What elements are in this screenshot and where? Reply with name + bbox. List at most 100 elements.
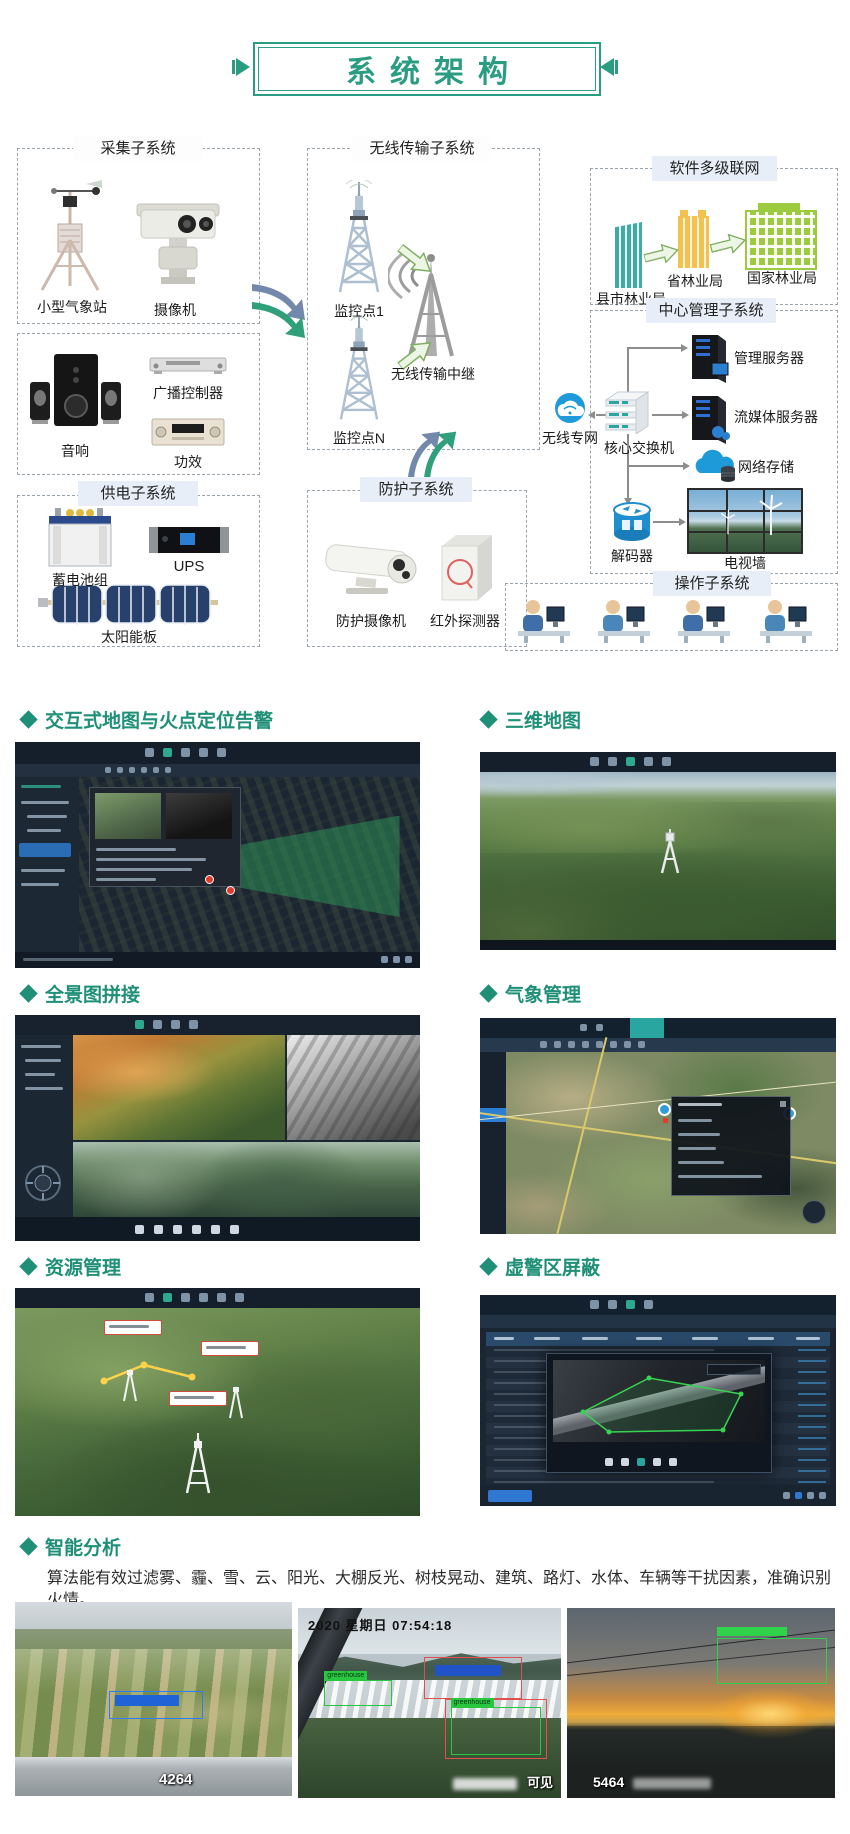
nav-icon	[644, 1300, 653, 1309]
photo3-green-box	[717, 1638, 827, 1684]
popup-line	[96, 878, 156, 881]
ptz-joystick-icon	[23, 1163, 63, 1203]
banner-box: 系统架构	[253, 42, 601, 96]
autumn-glow	[73, 1035, 285, 1140]
shotA-sidebar	[15, 777, 79, 952]
status-line	[23, 958, 113, 961]
photo1-sky	[15, 1602, 292, 1629]
page-icon-active	[795, 1492, 802, 1499]
tool-icon	[610, 1041, 617, 1048]
decoder-label: 解码器	[606, 546, 658, 566]
feature-header-weather: 气象管理	[482, 980, 581, 1007]
sidebar-line	[21, 883, 59, 886]
flag-text-line	[206, 1346, 246, 1349]
decoder-icon	[610, 500, 654, 544]
page-title: 系统架构	[332, 47, 522, 91]
shotF-toolbar	[480, 1315, 836, 1328]
management-server-label: 管理服务器	[734, 348, 830, 368]
control-icon	[669, 1458, 677, 1466]
nav-icon	[199, 1293, 208, 1302]
nav-icon	[662, 757, 671, 766]
row-action-links	[798, 1346, 826, 1484]
tvwall-turbine2-icon	[720, 509, 736, 535]
province-building-top-2	[698, 210, 706, 218]
shotE-terrain	[15, 1308, 420, 1516]
col-line	[494, 1337, 514, 1340]
photo1-detection-label	[115, 1695, 179, 1706]
tool-icon	[129, 767, 135, 773]
mask-photo	[553, 1360, 765, 1442]
feature-header-3d-map: 三维地图	[482, 706, 581, 733]
shotC-nav-icons	[135, 1020, 198, 1029]
primary-button	[488, 1490, 532, 1502]
photo2-blue-label	[435, 1665, 501, 1676]
nav-icon	[217, 1293, 226, 1302]
diamond-icon	[479, 710, 497, 728]
nav-icon	[580, 1024, 587, 1031]
network-storage-label: 网络存储	[738, 457, 808, 477]
diamond-icon	[19, 1537, 37, 1555]
tool-icon	[554, 1041, 561, 1048]
solar-panel-label: 太阳能板	[93, 627, 165, 647]
amplifier-label: 功效	[168, 452, 208, 472]
nav-icon-active	[626, 1300, 635, 1309]
popup-line	[96, 848, 176, 851]
nav-icon	[145, 748, 154, 757]
shotA-statusbar	[15, 952, 420, 968]
tool-icon	[211, 1225, 220, 1234]
shotC-sidebar	[15, 1035, 73, 1217]
shotA-nav-icons	[145, 748, 226, 757]
software-network-header: 软件多级联网	[652, 156, 777, 181]
flow-arrow-right-icon	[252, 282, 308, 340]
feature-header-interactive-map: 交互式地图与火点定位告警	[22, 706, 273, 733]
photo2-red-box-1	[424, 1657, 522, 1699]
shotF-bottombar	[480, 1486, 836, 1506]
nav-icon-active	[163, 748, 172, 757]
collection-subsystem-header: 采集子系统	[73, 136, 203, 161]
nav-icon	[181, 748, 190, 757]
tool-icon	[117, 767, 123, 773]
mask-edit-modal	[546, 1353, 772, 1473]
table-header-row	[486, 1332, 830, 1346]
control-icon	[605, 1458, 613, 1466]
resource-tower-icon	[181, 1433, 215, 1495]
operation-subsystem-header: 操作子系统	[653, 571, 771, 596]
nav-icon	[153, 1020, 162, 1029]
operator-3-icon	[676, 593, 732, 643]
popup-close-icon	[780, 1101, 786, 1107]
col-line	[636, 1337, 662, 1340]
line-to-server1	[627, 347, 683, 349]
banner-left-arrow-icon	[236, 58, 250, 76]
tv-wall-icon	[687, 488, 803, 554]
tool-icon	[624, 1041, 631, 1048]
alarm-visible-thumb	[95, 793, 161, 839]
photo2-green-label-2: greenhouse	[451, 1698, 494, 1707]
shotB-nav-icons	[590, 757, 671, 766]
resource-flag-label	[104, 1320, 162, 1335]
arrowhead-server1	[681, 344, 688, 352]
tool-icon	[153, 767, 159, 773]
photo2-green-label-1: greenhouse	[324, 1671, 367, 1680]
tool-icon	[582, 1041, 589, 1048]
operator-4-icon	[758, 593, 814, 643]
shotA-tool-icons	[105, 767, 171, 773]
sidebar-line	[21, 869, 65, 872]
status-icon	[381, 956, 388, 963]
sidebar-line	[21, 801, 69, 804]
feature-header-resource: 资源管理	[22, 1253, 121, 1280]
sidebar-selected-item	[19, 843, 71, 857]
analysis-photo-sunset: 5464	[567, 1608, 835, 1798]
nav-icon-active	[135, 1020, 144, 1029]
watchtower-icon	[658, 829, 682, 875]
feature-header-panorama: 全景图拼接	[22, 980, 140, 1007]
nav-icon	[171, 1020, 180, 1029]
photo3-blur-block	[633, 1778, 711, 1789]
shotD-nav-icons	[580, 1024, 603, 1031]
resource-flag-label	[169, 1391, 227, 1406]
media-server-label: 流媒体服务器	[734, 407, 838, 427]
feature-title: 三维地图	[505, 706, 581, 733]
sidebar-line	[27, 815, 67, 818]
power-subsystem-header: 供电子系统	[78, 481, 198, 506]
feature-title: 智能分析	[45, 1533, 121, 1560]
national-building-icon	[745, 210, 817, 270]
